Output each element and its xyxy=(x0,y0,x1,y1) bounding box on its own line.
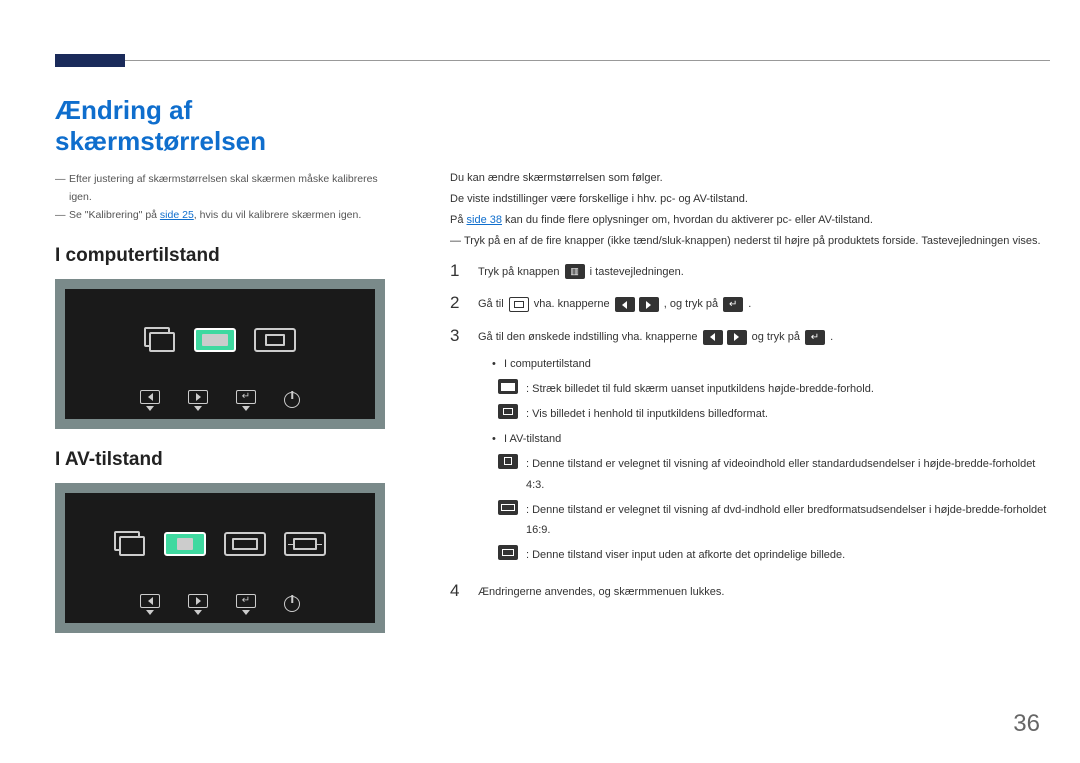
mode-av-169: : Denne tilstand er velegnet til visning… xyxy=(492,500,1050,542)
s2-d: . xyxy=(748,298,751,310)
mode-full-active xyxy=(194,328,236,352)
power-icon xyxy=(284,596,300,612)
monitor-av xyxy=(55,483,385,633)
s1-a: Tryk på knappen xyxy=(478,266,563,278)
s2-a: Gå til xyxy=(478,298,507,310)
mode-auto-icon xyxy=(498,404,518,419)
arrow-right-icon xyxy=(727,330,747,345)
bullet-pc: I computertilstand xyxy=(492,354,1050,375)
nav-left xyxy=(140,594,160,615)
mode-169-icon xyxy=(498,500,518,515)
screen-av xyxy=(65,493,375,623)
link-side-25[interactable]: side 25 xyxy=(160,209,194,221)
step-num-1: 1 xyxy=(450,262,464,279)
s3-c: . xyxy=(830,331,833,343)
mode-4-3-active xyxy=(164,532,206,556)
s4-text: Ændringerne anvendes, og skærmmenuen luk… xyxy=(478,582,1050,603)
step-list: 1 Tryk på knappen ▥ i tastevejledningen.… xyxy=(450,262,1050,604)
menu-grid-icon: ▥ xyxy=(565,264,585,279)
intro-3: På side 38 kan du finde flere oplysninge… xyxy=(450,210,1050,231)
step-num-2: 2 xyxy=(450,294,464,311)
step-num-3: 3 xyxy=(450,327,464,344)
nav-left xyxy=(140,390,160,411)
power-icon xyxy=(284,392,300,408)
s2-b: vha. knapperne xyxy=(534,298,613,310)
intro-2: De viste indstillinger være forskellige … xyxy=(450,189,1050,210)
mode-av-43: : Denne tilstand er velegnet til visning… xyxy=(492,454,1050,496)
arrow-left-icon xyxy=(703,330,723,345)
left-column: Ændring af skærmstørrelsen Efter justeri… xyxy=(55,95,395,633)
page-title: Ændring af skærmstørrelsen xyxy=(55,95,395,157)
nav-power xyxy=(284,392,300,408)
mode-full-icon xyxy=(498,379,518,394)
mode-43-icon xyxy=(498,454,518,469)
nav-right xyxy=(188,594,208,615)
arrow-right-icon xyxy=(639,297,659,312)
mode-16-9 xyxy=(224,532,266,556)
mode-original xyxy=(284,532,326,556)
enter-icon xyxy=(723,297,743,312)
mode-pc-auto-text: : Vis billedet i henhold til inputkilden… xyxy=(526,404,768,425)
mode-pc-full: : Stræk billedet til fuld skærm uanset i… xyxy=(492,379,1050,400)
s1-b: i tastevejledningen. xyxy=(590,266,684,278)
note-2-prefix: Se "Kalibrering" på xyxy=(69,209,160,221)
note-line-1: Efter justering af skærmstørrelsen skal … xyxy=(55,171,395,207)
mode-av-orig: : Denne tilstand viser input uden at afk… xyxy=(492,545,1050,566)
right-column: Du kan ændre skærmstørrelsen som følger.… xyxy=(450,168,1050,615)
arrow-left-icon xyxy=(615,297,635,312)
page-number: 36 xyxy=(1013,710,1040,738)
step-1: 1 Tryk på knappen ▥ i tastevejledningen. xyxy=(450,262,1050,283)
mode-av-43-text: : Denne tilstand er velegnet til visning… xyxy=(526,454,1050,496)
s2-c: , og tryk på xyxy=(664,298,721,310)
nav-power xyxy=(284,596,300,612)
nav-enter xyxy=(236,594,256,615)
link-side-38[interactable]: side 38 xyxy=(467,214,502,226)
enter-icon xyxy=(805,330,825,345)
subhead-pc: I computertilstand xyxy=(55,245,395,267)
note-2-tail: , hvis du vil kalibrere skærmen igen. xyxy=(194,209,361,221)
nav-enter xyxy=(236,390,256,411)
s3-b: og tryk på xyxy=(752,331,803,343)
mode-av-orig-text: : Denne tilstand viser input uden at afk… xyxy=(526,545,845,566)
note-line-2: Se "Kalibrering" på side 25, hvis du vil… xyxy=(55,207,395,225)
s3-a: Gå til den ønskede indstilling vha. knap… xyxy=(478,331,701,343)
header-rule xyxy=(55,60,1050,74)
bullet-av: I AV-tilstand xyxy=(492,429,1050,450)
nav-right xyxy=(188,390,208,411)
monitor-pc xyxy=(55,279,385,429)
step-num-4: 4 xyxy=(450,582,464,599)
mode-pc-auto: : Vis billedet i henhold til inputkilden… xyxy=(492,404,1050,425)
stack-icon xyxy=(114,531,146,557)
mode-orig-icon xyxy=(498,545,518,560)
step-4: 4 Ændringerne anvendes, og skærmmenuen l… xyxy=(450,582,1050,603)
subhead-av: I AV-tilstand xyxy=(55,449,395,471)
aspect-icon xyxy=(509,297,529,312)
intro-3-prefix: På xyxy=(450,214,467,226)
mode-auto xyxy=(254,328,296,352)
right-note: Tryk på en af de fire knapper (ikke tænd… xyxy=(450,231,1050,252)
step-3: 3 Gå til den ønskede indstilling vha. kn… xyxy=(450,327,1050,570)
intro-1: Du kan ændre skærmstørrelsen som følger. xyxy=(450,168,1050,189)
stack-icon xyxy=(144,327,176,353)
mode-pc-full-text: : Stræk billedet til fuld skærm uanset i… xyxy=(526,379,874,400)
screen-pc xyxy=(65,289,375,419)
step-2: 2 Gå til vha. knapperne , og tryk på . xyxy=(450,294,1050,315)
intro-3-tail: kan du finde flere oplysninger om, hvord… xyxy=(502,214,873,226)
mode-av-169-text: : Denne tilstand er velegnet til visning… xyxy=(526,500,1050,542)
